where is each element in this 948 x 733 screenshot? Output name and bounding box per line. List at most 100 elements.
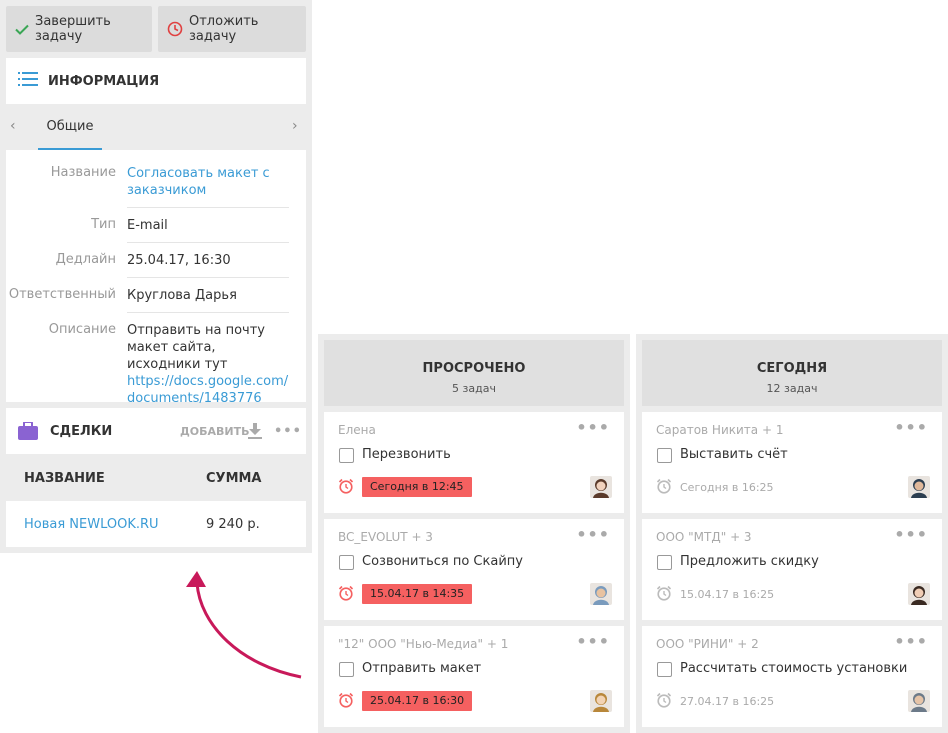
field-label: Дедлайн: [55, 252, 116, 267]
task-client: Саратов Никита + 1: [656, 423, 784, 437]
info-section-header: ИНФОРМАЦИЯ: [6, 58, 306, 104]
deals-table: НАЗВАНИЕ СУММА Новая NEWLOOK.RU 9 240 р.: [6, 455, 306, 547]
avatar: [590, 690, 612, 712]
divider: [127, 242, 289, 243]
task-title[interactable]: Созвониться по Скайпу: [362, 554, 523, 569]
task-title[interactable]: Отправить макет: [362, 661, 481, 676]
task-checkbox[interactable]: [339, 555, 354, 570]
task-checkbox[interactable]: [657, 662, 672, 677]
task-client: BC_EVOLUT + 3: [338, 530, 433, 544]
more-icon[interactable]: •••: [576, 632, 610, 651]
task-title[interactable]: Выставить счёт: [680, 447, 788, 462]
more-icon[interactable]: •••: [576, 418, 610, 437]
column-header-sum: СУММА: [206, 470, 262, 486]
deal-sum: 9 240 р.: [206, 516, 260, 532]
avatar: [590, 476, 612, 498]
column-title: СЕГОДНЯ: [756, 361, 828, 376]
task-title[interactable]: Перезвонить: [362, 447, 451, 462]
alarm-clock-icon: [656, 692, 672, 712]
field-value: Круглова Дарья: [127, 288, 237, 303]
complete-task-label: Завершить задачу: [35, 14, 111, 44]
description-text: Отправить на почту макет сайта, исходник…: [127, 323, 265, 372]
task-checkbox[interactable]: [339, 448, 354, 463]
avatar: [908, 583, 930, 605]
field-value: 25.04.17, 16:30: [127, 253, 231, 268]
column-count: 5 задач: [452, 382, 496, 395]
complete-task-button[interactable]: Завершить задачу: [6, 6, 152, 52]
column-header: СЕГОДНЯ 12 задач: [642, 340, 942, 406]
field-label: Тип: [91, 217, 116, 232]
more-icon[interactable]: •••: [274, 424, 302, 439]
table-row[interactable]: Новая NEWLOOK.RU 9 240 р.: [6, 501, 306, 547]
alarm-clock-icon: [338, 585, 354, 605]
briefcase-icon: [18, 422, 38, 440]
more-icon[interactable]: •••: [894, 632, 928, 651]
info-tabs: ‹ Общие ›: [0, 104, 312, 150]
deals-title: СДЕЛКИ: [50, 423, 113, 439]
more-icon[interactable]: •••: [576, 525, 610, 544]
task-card[interactable]: Елена ••• Перезвонить Сегодня в 12:45: [324, 412, 624, 513]
due-date-badge: 15.04.17 в 14:35: [362, 584, 473, 604]
column-today: СЕГОДНЯ 12 задач Саратов Никита + 1 ••• Вы…: [636, 334, 948, 733]
more-icon[interactable]: •••: [894, 525, 928, 544]
description-link[interactable]: https://docs.google.com/documents/148377…: [127, 373, 289, 407]
divider: [127, 277, 289, 278]
postpone-task-label: Отложить задачу: [189, 14, 259, 44]
task-name-link[interactable]: Согласовать макет с заказчиком: [127, 165, 289, 199]
postpone-task-button[interactable]: Отложить задачу: [158, 6, 306, 52]
task-client: ООО "МТД" + 3: [656, 530, 752, 544]
alarm-clock-icon: [656, 478, 672, 498]
task-card[interactable]: ООО "МТД" + 3 ••• Предложить скидку 15.04.1…: [642, 519, 942, 620]
download-icon[interactable]: [248, 423, 262, 443]
column-count: 12 задач: [766, 382, 818, 395]
column-header: ПРОСРОЧЕНО 5 задач: [324, 340, 624, 406]
check-icon: [15, 24, 29, 35]
task-checkbox[interactable]: [657, 448, 672, 463]
column-title: ПРОСРОЧЕНО: [422, 361, 526, 376]
task-client: ООО "РИНИ" + 2: [656, 637, 759, 651]
alarm-clock-icon: [338, 692, 354, 712]
task-title[interactable]: Рассчитать стоимость установки: [680, 661, 907, 676]
avatar: [590, 583, 612, 605]
chevron-left-icon[interactable]: ‹: [10, 118, 16, 134]
field-label: Ответственный: [8, 287, 116, 302]
more-icon[interactable]: •••: [894, 418, 928, 437]
clock-icon: [167, 21, 183, 37]
list-icon: [18, 72, 38, 90]
deals-section-header: СДЕЛКИ ДОБАВИТЬ •••: [6, 408, 306, 454]
task-checkbox[interactable]: [339, 662, 354, 677]
column-overdue: ПРОСРОЧЕНО 5 задач Елена ••• Перезвонить Се…: [318, 334, 630, 733]
add-deal-button[interactable]: ДОБАВИТЬ: [180, 425, 250, 438]
task-client: Елена: [338, 423, 376, 437]
task-card[interactable]: BC_EVOLUT + 3 ••• Созвониться по Скайпу 15.…: [324, 519, 624, 620]
due-date: 15.04.17 в 16:25: [680, 588, 775, 601]
task-details-panel: Завершить задачу Отложить задачу ИНФОРМА…: [0, 0, 312, 553]
task-details: Название Согласовать макет с заказчиком …: [6, 150, 306, 406]
divider: [127, 312, 289, 313]
avatar: [908, 476, 930, 498]
field-label: Описание: [48, 322, 116, 337]
alarm-clock-icon: [656, 585, 672, 605]
task-card[interactable]: Саратов Никита + 1 ••• Выставить счёт Сегод…: [642, 412, 942, 513]
field-value: E-mail: [127, 218, 168, 233]
alarm-clock-icon: [338, 478, 354, 498]
divider: [127, 207, 289, 208]
due-date-badge: Сегодня в 12:45: [362, 477, 472, 497]
due-date: Сегодня в 16:25: [680, 481, 774, 494]
chevron-right-icon[interactable]: ›: [292, 118, 298, 134]
tab-general[interactable]: Общие: [38, 104, 102, 150]
avatar: [908, 690, 930, 712]
column-header-name: НАЗВАНИЕ: [24, 470, 105, 486]
task-title[interactable]: Предложить скидку: [680, 554, 819, 569]
due-date: 27.04.17 в 16:25: [680, 695, 775, 708]
task-card[interactable]: ООО "РИНИ" + 2 ••• Рассчитать стоимость ус…: [642, 626, 942, 727]
task-card[interactable]: "12" ООО "Нью-Медиа" + 1 ••• Отправить мак…: [324, 626, 624, 727]
deals-table-header: НАЗВАНИЕ СУММА: [6, 455, 306, 501]
due-date-badge: 25.04.17 в 16:30: [362, 691, 473, 711]
field-value: Отправить на почту макет сайта, исходник…: [127, 322, 289, 407]
deal-name-link[interactable]: Новая NEWLOOK.RU: [24, 517, 159, 532]
task-client: "12" ООО "Нью-Медиа" + 1: [338, 637, 509, 651]
task-checkbox[interactable]: [657, 555, 672, 570]
curved-arrow: [186, 571, 302, 679]
field-label: Название: [50, 165, 116, 180]
